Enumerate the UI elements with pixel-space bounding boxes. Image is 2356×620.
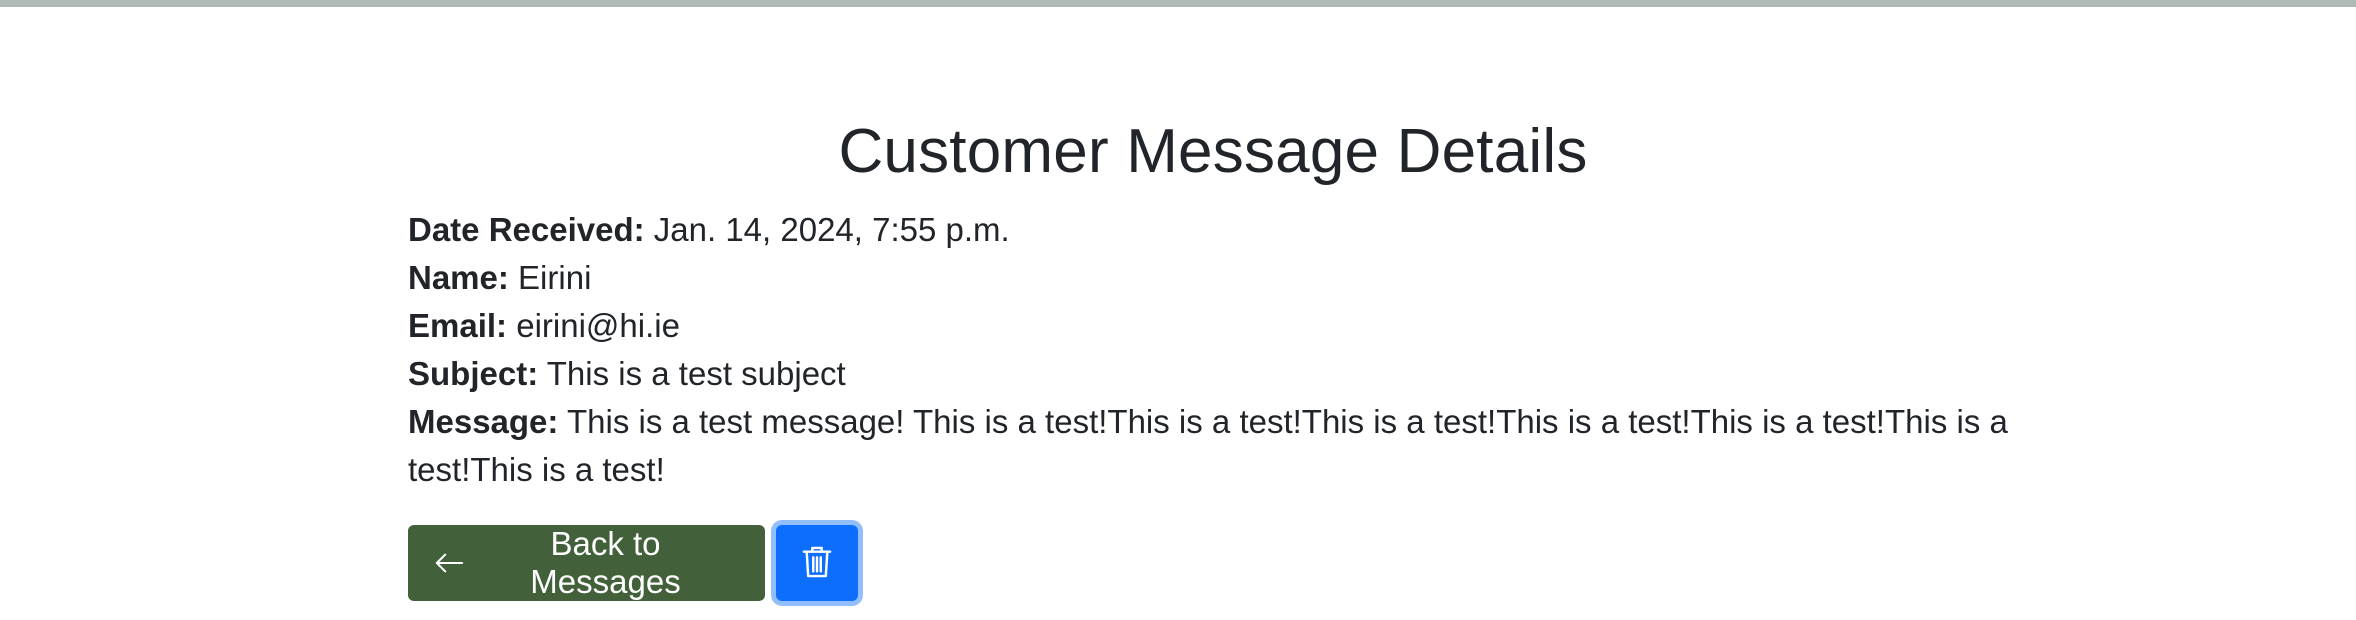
email-label: Email:	[408, 307, 508, 344]
trash-icon	[802, 545, 832, 582]
name-value: Eirini	[518, 259, 592, 296]
date-received-value: Jan. 14, 2024, 7:55 p.m.	[653, 211, 1010, 248]
back-to-messages-button[interactable]: Back to Messages	[408, 525, 765, 601]
message-details: Date Received: Jan. 14, 2024, 7:55 p.m. …	[408, 206, 2018, 494]
date-received-label: Date Received:	[408, 211, 645, 248]
action-buttons: Back to Messages	[408, 525, 858, 601]
subject-row: Subject: This is a test subject	[408, 350, 2018, 398]
back-to-messages-label: Back to Messages	[530, 525, 681, 600]
name-row: Name: Eirini	[408, 254, 2018, 302]
subject-value: This is a test subject	[546, 355, 846, 392]
message-row: Message: This is a test message! This is…	[408, 398, 2018, 494]
top-bar	[0, 0, 2356, 7]
date-received-row: Date Received: Jan. 14, 2024, 7:55 p.m.	[408, 206, 2018, 254]
subject-label: Subject:	[408, 355, 539, 392]
page-title: Customer Message Details	[838, 117, 1588, 186]
message-value: This is a test message! This is a test!T…	[408, 403, 2008, 488]
email-row: Email: eirini@hi.ie	[408, 302, 2018, 350]
delete-message-button[interactable]	[776, 525, 858, 601]
name-label: Name:	[408, 259, 509, 296]
arrow-left-icon	[434, 548, 464, 578]
message-label: Message:	[408, 403, 559, 440]
email-value: eirini@hi.ie	[516, 307, 680, 344]
